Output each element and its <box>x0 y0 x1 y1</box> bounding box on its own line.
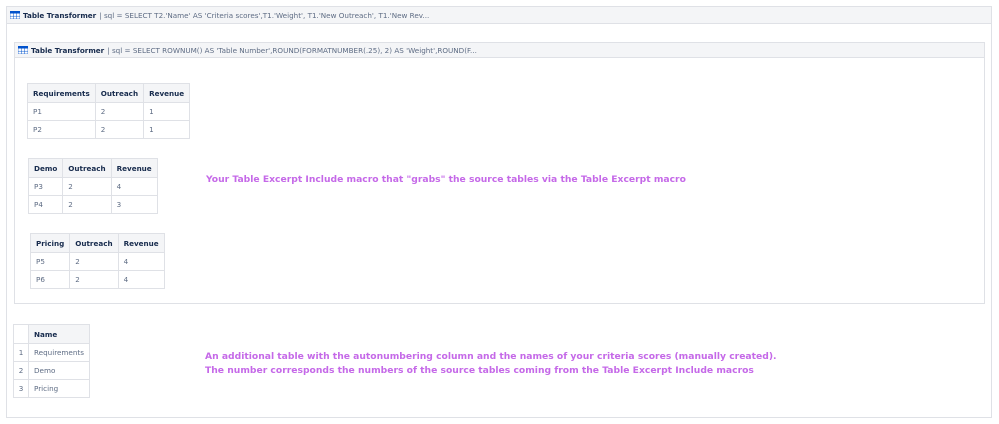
table-cell: Demo <box>28 361 90 380</box>
table-cell: 1 <box>143 120 191 139</box>
table-header-row: Name <box>13 324 90 344</box>
row-number: 1 <box>13 343 29 362</box>
table-cell: 4 <box>110 177 158 196</box>
column-header: Outreach <box>94 83 145 103</box>
table-cell: P3 <box>27 177 64 196</box>
outer-table-transformer-macro: Table Transformer | sql = SELECT T2.'Nam… <box>6 6 992 418</box>
criteria-names-table: Name 1 Requirements 2 Demo 3 Pricing <box>13 324 90 398</box>
column-header: Revenue <box>143 83 191 103</box>
table-cell: 1 <box>143 102 191 121</box>
inner-table-transformer-macro: Table Transformer | sql = SELECT ROWNUM(… <box>14 42 985 304</box>
table-header-row: Demo Outreach Revenue <box>27 158 158 178</box>
table-cell: 2 <box>94 120 145 139</box>
source-table-demo: Demo Outreach Revenue P3 2 4 P4 2 3 <box>27 158 158 214</box>
annotation-outer-line-1: An additional table with the autonumberi… <box>205 351 777 362</box>
column-header: Outreach <box>62 158 112 178</box>
table-row: 2 Demo <box>13 361 90 380</box>
outer-macro-header[interactable]: Table Transformer | sql = SELECT T2.'Nam… <box>7 7 991 24</box>
table-cell: P5 <box>29 252 71 271</box>
row-number: 2 <box>13 361 29 380</box>
annotation-inner: Your Table Excerpt Include macro that "g… <box>206 174 686 185</box>
table-cell: P1 <box>27 102 96 121</box>
column-header: Demo <box>27 158 64 178</box>
table-header-row: Pricing Outreach Revenue <box>29 233 165 253</box>
table-cell: P6 <box>29 270 71 289</box>
table-row: 1 Requirements <box>13 343 90 362</box>
column-header: Pricing <box>29 233 71 253</box>
source-table-pricing: Pricing Outreach Revenue P5 2 4 P6 2 4 <box>29 233 165 289</box>
outer-macro-sql: | sql = SELECT T2.'Name' AS 'Criteria sc… <box>99 10 430 20</box>
table-cell: Requirements <box>28 343 90 362</box>
column-header: Outreach <box>69 233 119 253</box>
row-number-header <box>13 324 29 344</box>
table-cell: 4 <box>117 252 165 271</box>
source-table-requirements: Requirements Outreach Revenue P1 2 1 P2 … <box>27 83 191 139</box>
table-cell: 2 <box>62 195 112 214</box>
table-cell: 2 <box>62 177 112 196</box>
table-row: P6 2 4 <box>29 270 165 289</box>
table-cell: P4 <box>27 195 64 214</box>
column-header: Revenue <box>110 158 158 178</box>
table-cell: Pricing <box>28 379 90 398</box>
table-row: 3 Pricing <box>13 379 90 398</box>
column-header: Name <box>28 324 90 344</box>
table-row: P5 2 4 <box>29 252 165 271</box>
outer-macro-title: Table Transformer <box>23 10 97 20</box>
inner-macro-sql: | sql = SELECT ROWNUM() AS 'Table Number… <box>107 45 477 55</box>
table-row: P1 2 1 <box>27 102 191 121</box>
annotation-outer-line-2: The number corresponds the numbers of th… <box>205 365 754 376</box>
table-cell: 2 <box>94 102 145 121</box>
table-row: P2 2 1 <box>27 120 191 139</box>
table-cell: 4 <box>117 270 165 289</box>
row-number: 3 <box>13 379 29 398</box>
table-cell: 2 <box>69 270 119 289</box>
table-cell: P2 <box>27 120 96 139</box>
table-row: P4 2 3 <box>27 195 158 214</box>
table-cell: 2 <box>69 252 119 271</box>
table-header-row: Requirements Outreach Revenue <box>27 83 191 103</box>
column-header: Revenue <box>117 233 165 253</box>
table-cell: 3 <box>110 195 158 214</box>
table-transformer-icon <box>18 46 28 54</box>
inner-macro-header[interactable]: Table Transformer | sql = SELECT ROWNUM(… <box>15 43 984 58</box>
table-row: P3 2 4 <box>27 177 158 196</box>
table-transformer-icon <box>10 11 20 19</box>
inner-macro-title: Table Transformer <box>31 45 105 55</box>
column-header: Requirements <box>27 83 96 103</box>
